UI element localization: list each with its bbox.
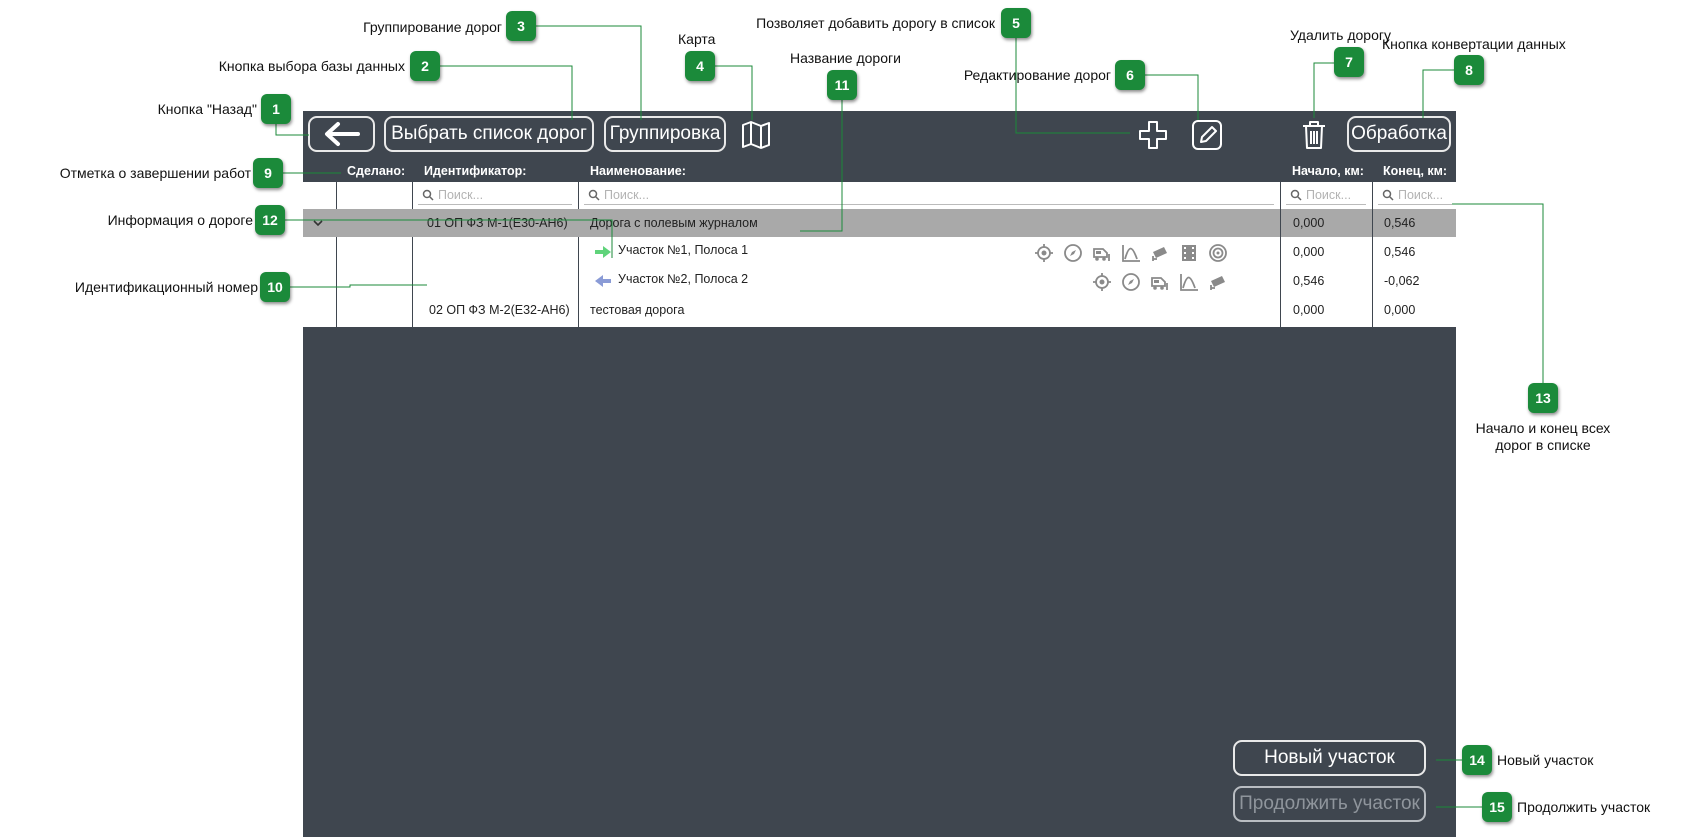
gps-target-icon[interactable]	[1033, 242, 1055, 264]
callout-badge: 3	[506, 11, 536, 41]
section-end-km: -0,062	[1384, 274, 1420, 288]
section-name: Участок №1, Полоса 1	[618, 243, 749, 257]
callout-badge: 13	[1528, 383, 1558, 413]
profile-chart-icon[interactable]	[1120, 242, 1142, 264]
callout-label: Группирование дорог	[363, 19, 502, 35]
road-name: тестовая дорога	[590, 303, 685, 317]
new-section-button[interactable]: Новый участок	[1233, 740, 1426, 776]
callout-label: Идентификационный номер	[74, 279, 258, 295]
callout-label: Новый участок	[1497, 752, 1594, 768]
table-row[interactable]: 02 ОП ФЗ М-2(Е32-АН6) тестовая дорога 0,…	[303, 296, 1456, 324]
plus-icon[interactable]	[1135, 117, 1171, 153]
section-start-km: 0,000	[1293, 245, 1325, 259]
vehicle-info-icon[interactable]	[1149, 271, 1171, 293]
callout-badge: 14	[1462, 745, 1492, 775]
grouping-button[interactable]: Группировка	[604, 116, 726, 152]
start-km-search-input[interactable]: Поиск...	[1286, 186, 1366, 205]
app-window: Выбрать список дорог Группировка Обработ…	[303, 111, 1456, 837]
callout-label: Кнопка конвертации данных	[1382, 36, 1566, 52]
header-done: Сделано:	[347, 164, 406, 178]
callout-label: Кнопка "Назад"	[157, 101, 257, 117]
road-end-km: 0,000	[1384, 303, 1416, 317]
map-icon[interactable]	[738, 117, 774, 153]
camera-icon[interactable]	[1149, 242, 1171, 264]
identifier-search-input[interactable]: Поиск...	[418, 186, 572, 205]
callout-badge: 9	[253, 158, 283, 188]
callout-badge: 4	[685, 51, 715, 81]
header-name: Наименование:	[590, 164, 686, 178]
continue-section-button[interactable]: Продолжить участок	[1233, 786, 1426, 822]
callout-label: Название дороги	[790, 50, 901, 66]
header-identifier: Идентификатор:	[424, 164, 527, 178]
arrow-left-icon	[324, 122, 360, 146]
callout-badge: 5	[1001, 8, 1031, 38]
callout-label: Кнопка выбора базы данных	[218, 58, 405, 74]
toolbar: Выбрать список дорог Группировка Обработ…	[303, 111, 1456, 159]
roads-table: Поиск... Поиск... Поиск... Поиск... 01 О…	[303, 182, 1456, 327]
road-identifier: 01 ОП ФЗ М-1(Е30-АН6)	[427, 216, 568, 230]
section-name: Участок №2, Полоса 2	[618, 272, 749, 286]
callout-label: Информация о дороге	[107, 212, 253, 228]
callout-badge: 11	[827, 70, 857, 100]
callout-label: Начало и конец всех дорог в списке	[1475, 420, 1611, 453]
select-road-list-button[interactable]: Выбрать список дорог	[384, 116, 594, 152]
search-icon	[1290, 189, 1302, 201]
callout-label: Карта	[678, 31, 716, 47]
processing-button[interactable]: Обработка	[1347, 116, 1451, 152]
callout-badge: 8	[1454, 55, 1484, 85]
vehicle-info-icon[interactable]	[1091, 242, 1113, 264]
road-start-km: 0,000	[1293, 216, 1325, 230]
callout-badge: 12	[255, 205, 285, 235]
profile-chart-icon[interactable]	[1178, 271, 1200, 293]
road-identifier: 02 ОП ФЗ М-2(Е32-АН6)	[429, 303, 570, 317]
callout-badge: 7	[1334, 47, 1364, 77]
search-icon	[422, 189, 434, 201]
chevron-down-icon[interactable]	[312, 219, 324, 227]
callout-badge: 15	[1482, 792, 1512, 822]
callout-badge: 6	[1115, 60, 1145, 90]
arrow-right-icon	[595, 246, 611, 258]
table-row[interactable]: Участок №2, Полоса 2 0,546 -0,062	[303, 267, 1456, 295]
radar-icon[interactable]	[1207, 242, 1229, 264]
callout-badge: 10	[260, 272, 290, 302]
camera-icon[interactable]	[1207, 271, 1229, 293]
end-km-search-input[interactable]: Поиск...	[1378, 186, 1452, 205]
gps-target-icon[interactable]	[1091, 271, 1113, 293]
arrow-left-icon	[595, 275, 611, 287]
callout-label: Позволяет добавить дорогу в список	[756, 15, 995, 31]
search-icon	[1382, 189, 1394, 201]
compass-icon[interactable]	[1120, 271, 1142, 293]
callout-label: Продолжить участок	[1517, 799, 1651, 815]
table-header: Сделано: Идентификатор: Наименование: На…	[303, 159, 1456, 182]
film-icon[interactable]	[1178, 242, 1200, 264]
search-icon	[588, 189, 600, 201]
back-button[interactable]	[308, 116, 375, 152]
header-start-km: Начало, км:	[1292, 164, 1364, 178]
trash-icon[interactable]	[1296, 117, 1332, 153]
section-start-km: 0,546	[1293, 274, 1325, 288]
road-start-km: 0,000	[1293, 303, 1325, 317]
section-end-km: 0,546	[1384, 245, 1416, 259]
section-tools	[1091, 271, 1229, 293]
callout-label: Отметка о завершении работ	[59, 165, 251, 181]
road-end-km: 0,546	[1384, 216, 1416, 230]
road-name: Дорога с полевым журналом	[590, 216, 758, 230]
compass-icon[interactable]	[1062, 242, 1084, 264]
edit-icon[interactable]	[1189, 117, 1225, 153]
callout-badge: 2	[410, 51, 440, 81]
callout-badge: 1	[261, 94, 291, 124]
section-tools	[1033, 242, 1229, 264]
callout-label: Удалить дорогу	[1290, 27, 1391, 43]
header-end-km: Конец, км:	[1383, 164, 1448, 178]
name-search-input[interactable]: Поиск...	[584, 186, 1274, 205]
callout-label: Редактирование дорог	[963, 67, 1111, 83]
table-row[interactable]: Участок №1, Полоса 1 0,000 0,546	[303, 238, 1456, 266]
table-row[interactable]: 01 ОП ФЗ М-1(Е30-АН6) Дорога с полевым ж…	[303, 209, 1456, 237]
